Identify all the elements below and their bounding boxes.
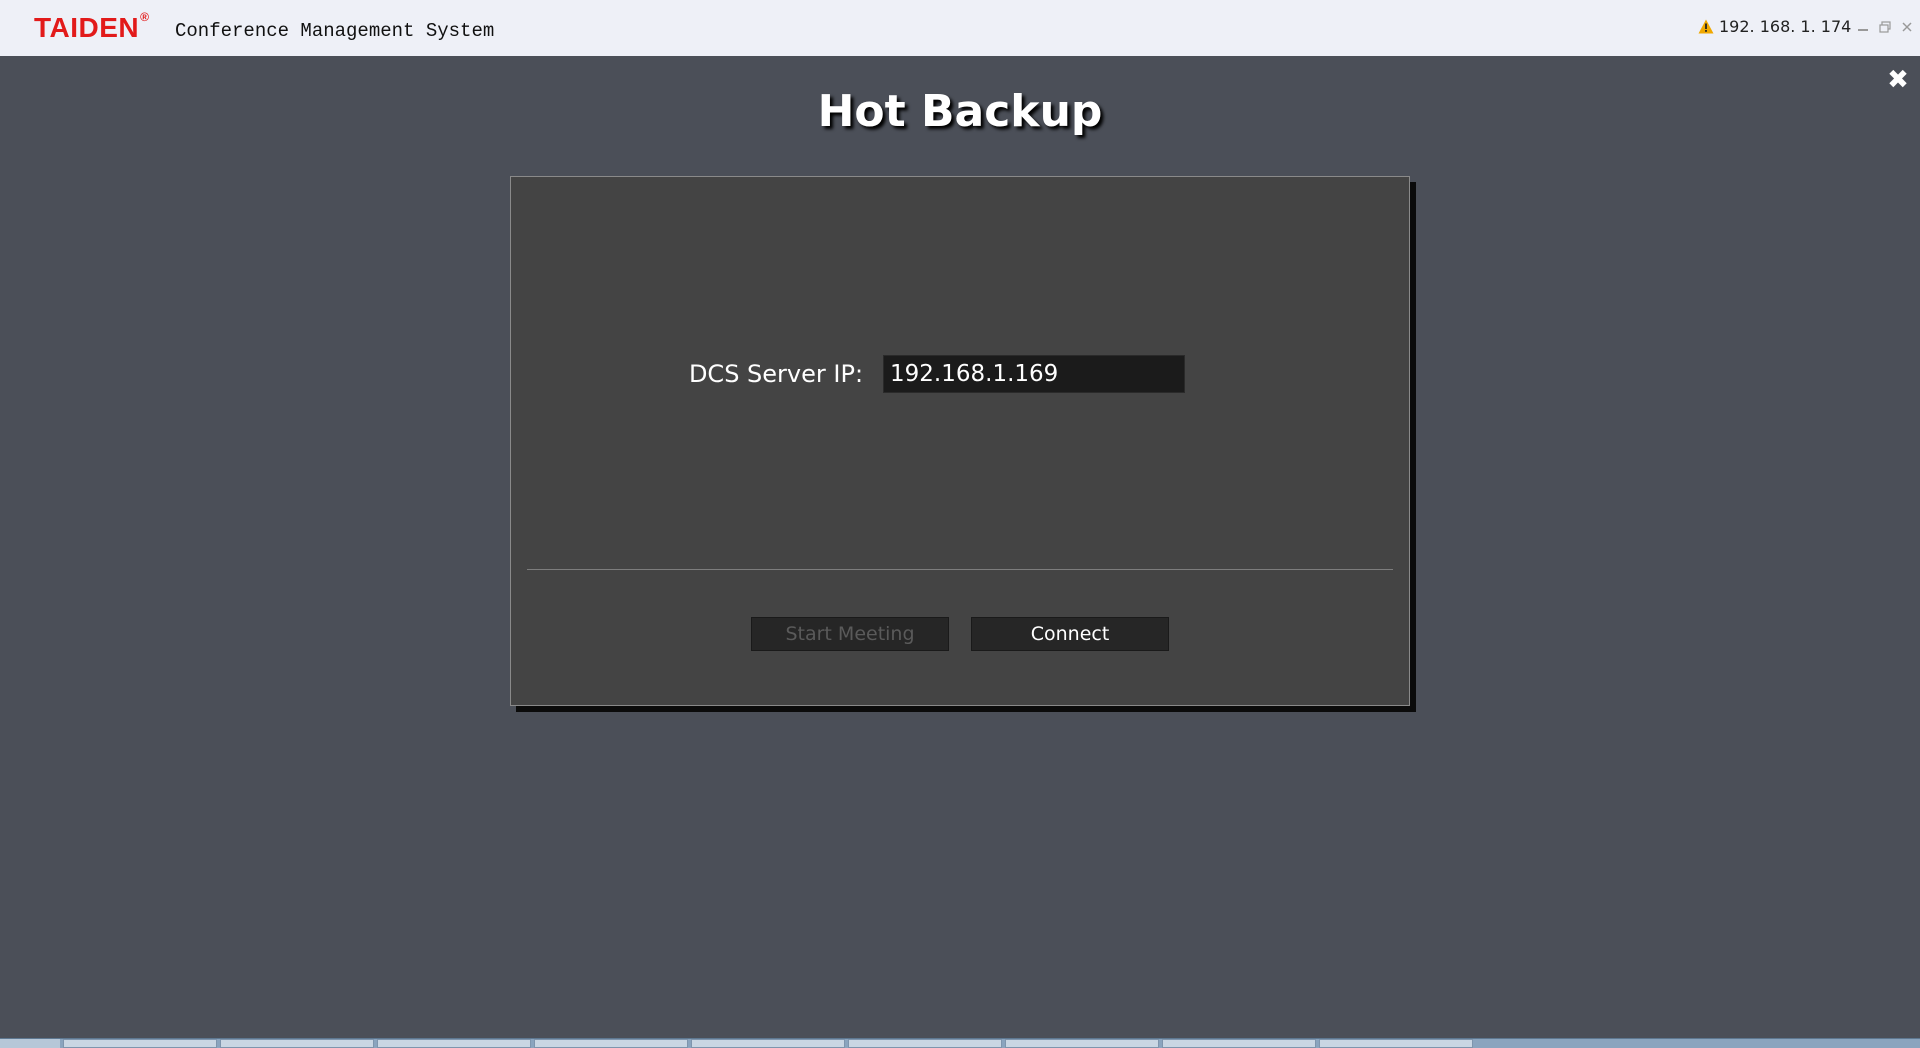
close-icon[interactable] bbox=[1900, 20, 1914, 34]
server-ip-input[interactable] bbox=[883, 355, 1186, 393]
server-ip-label: DCS Server IP: bbox=[688, 360, 864, 388]
taskbar-item[interactable] bbox=[691, 1039, 845, 1048]
server-ip-row: DCS Server IP: bbox=[511, 355, 1409, 393]
start-button[interactable] bbox=[0, 1039, 60, 1048]
minimize-icon[interactable] bbox=[1856, 20, 1870, 34]
server-ip-text: 192. 168. 1. 174 bbox=[1719, 17, 1852, 36]
main-area: ✖ Hot Backup DCS Server IP: Start Meetin… bbox=[0, 56, 1920, 1038]
taskbar-item[interactable] bbox=[220, 1039, 374, 1048]
server-status: 192. 168. 1. 174 bbox=[1698, 17, 1851, 36]
taskbar-item[interactable] bbox=[848, 1039, 1002, 1048]
taskbar-item[interactable] bbox=[1319, 1039, 1473, 1048]
brand-name: TAIDEN bbox=[34, 12, 140, 43]
taskbar-item[interactable] bbox=[534, 1039, 688, 1048]
taskbar-item[interactable] bbox=[377, 1039, 531, 1048]
taskbar-item[interactable] bbox=[1162, 1039, 1316, 1048]
warning-icon bbox=[1698, 19, 1714, 34]
taskbar bbox=[0, 1038, 1920, 1048]
taskbar-item[interactable] bbox=[63, 1039, 217, 1048]
page-title: Hot Backup bbox=[817, 86, 1103, 137]
hot-backup-dialog: DCS Server IP: Start Meeting Connect bbox=[510, 176, 1410, 706]
registered-mark: ® bbox=[140, 9, 150, 24]
restore-icon[interactable] bbox=[1878, 20, 1892, 34]
start-meeting-button[interactable]: Start Meeting bbox=[751, 617, 949, 651]
divider bbox=[527, 569, 1393, 570]
connect-button[interactable]: Connect bbox=[971, 617, 1169, 651]
taiden-logo: TAIDEN® bbox=[34, 9, 150, 44]
app-title: Conference Management System bbox=[175, 20, 495, 42]
button-row: Start Meeting Connect bbox=[511, 617, 1409, 651]
title-bar: TAIDEN® Conference Management System 192… bbox=[0, 0, 1920, 57]
taskbar-item[interactable] bbox=[1005, 1039, 1159, 1048]
